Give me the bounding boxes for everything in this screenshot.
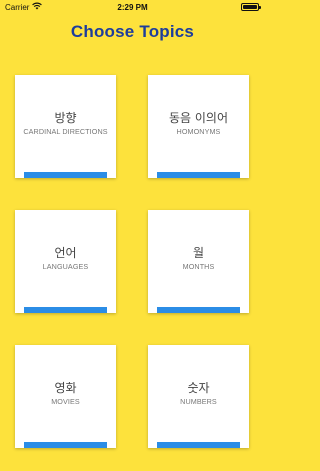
battery-icon (241, 3, 261, 11)
topic-english-label: LANGUAGES (42, 262, 89, 271)
topic-korean-label: 영화 (54, 381, 77, 395)
card-accent-bar (24, 307, 107, 313)
topic-card-numbers[interactable]: 숫자 NUMBERS (148, 345, 249, 448)
topic-korean-label: 동음 이의어 (168, 111, 228, 125)
topic-english-label: NUMBERS (180, 397, 217, 406)
topic-card-movies[interactable]: 영화 MOVIES (15, 345, 116, 448)
topic-english-label: MOVIES (51, 397, 80, 406)
card-accent-bar (24, 442, 107, 448)
topic-korean-label: 숫자 (187, 381, 210, 395)
topic-english-label: CARDINAL DIRECTIONS (23, 127, 108, 136)
topic-korean-label: 월 (192, 246, 205, 260)
topic-card-cardinal-directions[interactable]: 방향 CARDINAL DIRECTIONS (15, 75, 116, 178)
status-bar: Carrier 2:29 PM (0, 0, 265, 14)
card-accent-bar (24, 172, 107, 178)
topic-korean-label: 방향 (54, 111, 77, 125)
topic-card-languages[interactable]: 언어 LANGUAGES (15, 210, 116, 313)
card-accent-bar (157, 442, 240, 448)
page-title: Choose Topics (70, 22, 195, 41)
topic-english-label: HOMONYMS (176, 127, 221, 136)
card-accent-bar (157, 307, 240, 313)
topic-korean-label: 언어 (54, 246, 77, 260)
topic-card-months[interactable]: 월 MONTHS (148, 210, 249, 313)
topic-card-homonyms[interactable]: 동음 이의어 HOMONYMS (148, 75, 249, 178)
status-time: 2:29 PM (117, 3, 148, 12)
topic-english-label: MONTHS (182, 262, 215, 271)
card-accent-bar (157, 172, 240, 178)
